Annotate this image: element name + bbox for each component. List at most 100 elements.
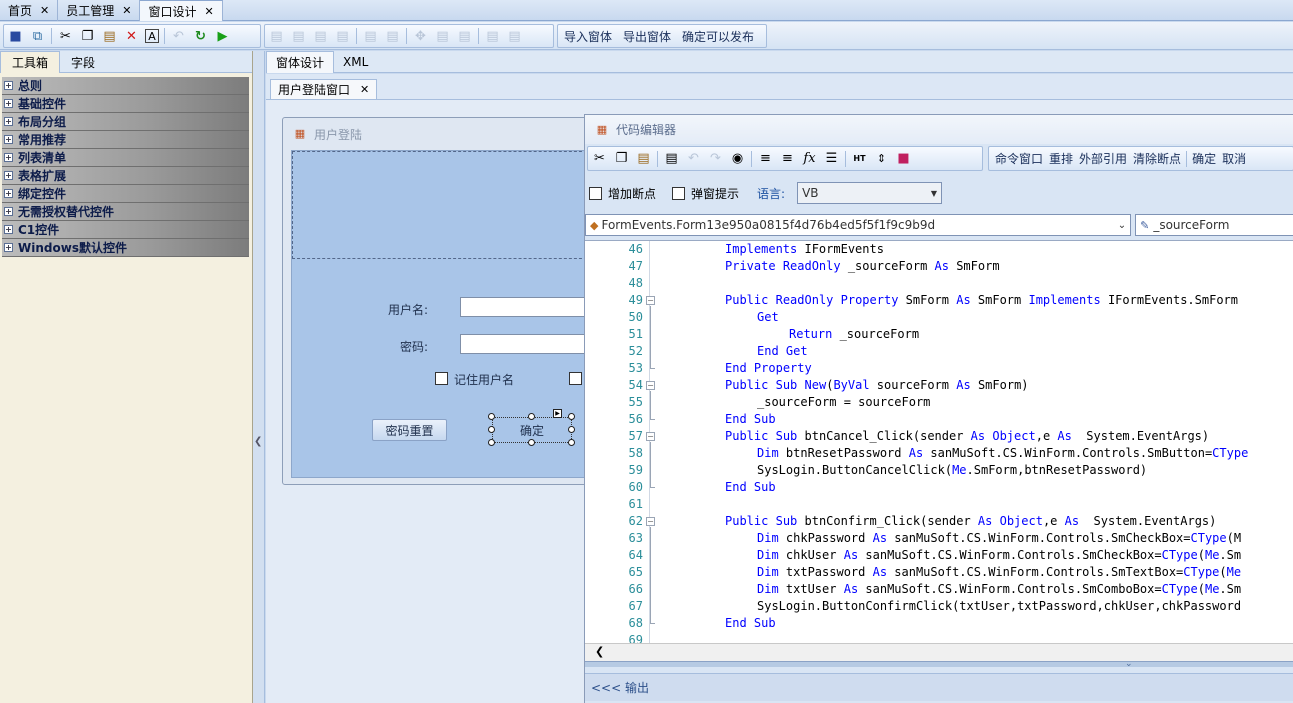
format-icon[interactable]: ⇕ <box>873 150 890 167</box>
popup-checkbox[interactable] <box>672 186 686 200</box>
toolbox-category[interactable]: + C1控件 <box>2 221 249 239</box>
document-tab[interactable]: 首页 ✕ <box>0 0 59 21</box>
export-form-button[interactable]: 导出窗体 <box>620 28 674 45</box>
toolbox-category[interactable]: + 布局分组 <box>2 113 249 131</box>
output-splitter[interactable]: ⌄ <box>585 659 1293 669</box>
function-icon[interactable]: fx <box>801 150 818 167</box>
fold-toggle-icon[interactable]: − <box>646 296 655 305</box>
code-line[interactable]: Public Sub New(ByVal sourceForm As SmFor… <box>725 377 1029 394</box>
html-icon[interactable]: HT <box>851 150 868 167</box>
resize-handle[interactable] <box>528 413 535 420</box>
code-line[interactable]: End Sub <box>725 615 776 632</box>
code-line[interactable]: Public ReadOnly Property SmForm As SmFor… <box>725 292 1238 309</box>
code-line[interactable]: Dim btnResetPassword As sanMuSoft.CS.Win… <box>757 445 1248 462</box>
code-line[interactable]: End Property <box>725 360 812 377</box>
output-panel-bar[interactable]: <<< 输出 <box>585 673 1293 701</box>
code-line[interactable]: Dim txtPassword As sanMuSoft.CS.WinForm.… <box>757 564 1241 581</box>
code-line[interactable]: SysLogin.ButtonCancelClick(Me.SmForm,btn… <box>757 462 1147 479</box>
editor-command-button[interactable]: 确定 <box>1189 150 1219 167</box>
align-top-icon[interactable]: ▤ <box>312 28 329 45</box>
expand-icon[interactable]: + <box>4 117 13 126</box>
code-line[interactable]: Dim chkUser As sanMuSoft.CS.WinForm.Cont… <box>757 547 1241 564</box>
same-height-icon[interactable]: ▤ <box>384 28 401 45</box>
resize-handle[interactable] <box>528 439 535 446</box>
tab-form-design[interactable]: 窗体设计 <box>266 51 335 73</box>
paste-icon[interactable]: ▤ <box>101 28 118 45</box>
code-line[interactable]: Public Sub btnCancel_Click(sender As Obj… <box>725 428 1209 445</box>
resize-handle[interactable] <box>488 439 495 446</box>
code-line[interactable]: End Get <box>757 343 808 360</box>
toolbox-category[interactable]: + 总则 <box>2 77 249 95</box>
expand-icon[interactable]: + <box>4 243 13 252</box>
reset-password-button[interactable]: 密码重置 <box>372 419 447 441</box>
text-icon[interactable]: A <box>145 29 159 43</box>
breakpoint-checkbox[interactable] <box>589 186 602 200</box>
code-line[interactable]: Dim txtUser As sanMuSoft.CS.WinForm.Cont… <box>757 581 1241 598</box>
resize-handle[interactable] <box>488 413 495 420</box>
expand-icon[interactable]: + <box>4 153 13 162</box>
find-icon[interactable]: ◉ <box>729 150 746 167</box>
resize-handle[interactable] <box>568 439 575 446</box>
toolbox-category[interactable]: + 表格扩展 <box>2 167 249 185</box>
undo-icon[interactable]: ↶ <box>685 150 702 167</box>
resize-handle[interactable] <box>488 426 495 433</box>
expand-icon[interactable]: + <box>4 225 13 234</box>
panel-collapse-bar[interactable]: ❮ <box>253 51 265 703</box>
tab-toolbox[interactable]: 工具箱 <box>0 51 61 73</box>
fold-toggle-icon[interactable]: − <box>646 432 655 441</box>
horizontal-scrollbar[interactable]: ❮ <box>585 643 1293 661</box>
center-horizontal-icon[interactable]: ✥ <box>412 28 429 45</box>
confirm-button[interactable]: 确定 <box>495 420 569 440</box>
delete-icon[interactable]: ✕ <box>123 28 140 45</box>
bring-front-icon[interactable]: ▤ <box>484 28 501 45</box>
document-tab[interactable]: 窗口设计 ✕ <box>140 0 223 21</box>
align-left-icon[interactable]: ▤ <box>268 28 285 45</box>
fold-toggle-icon[interactable]: − <box>646 381 655 390</box>
class-select[interactable]: ◆ FormEvents.Form13e950a0815f4d76b4ed5f5… <box>585 214 1132 236</box>
copy-icon[interactable]: ❐ <box>79 28 96 45</box>
indent-icon[interactable]: ≡ <box>757 150 774 167</box>
header-panel-placeholder[interactable] <box>292 151 592 259</box>
code-line[interactable]: Public Sub btnConfirm_Click(sender As Ob… <box>725 513 1216 530</box>
code-line[interactable]: _sourceForm = sourceForm <box>757 394 930 411</box>
resize-handle[interactable] <box>568 413 575 420</box>
close-icon[interactable]: ✕ <box>204 5 213 18</box>
close-icon[interactable]: ✕ <box>360 83 369 96</box>
toolbox-category[interactable]: + 无需授权替代控件 <box>2 203 249 221</box>
toolbox-category[interactable]: + 常用推荐 <box>2 131 249 149</box>
code-line[interactable]: Implements IFormEvents <box>725 241 884 258</box>
resize-handle[interactable] <box>568 426 575 433</box>
align-center-icon[interactable]: ▤ <box>290 28 307 45</box>
editor-command-button[interactable]: 外部引用 <box>1076 150 1130 167</box>
document-icon[interactable]: ▤ <box>663 150 680 167</box>
code-line[interactable]: End Sub <box>725 479 776 496</box>
form-tab[interactable]: 用户登陆窗口 ✕ <box>270 79 378 99</box>
fold-toggle-icon[interactable]: − <box>646 517 655 526</box>
list-icon[interactable]: ☰ <box>823 150 840 167</box>
toolbox-category[interactable]: + 基础控件 <box>2 95 249 113</box>
editor-command-button[interactable]: 取消 <box>1219 150 1249 167</box>
editor-command-button[interactable]: 命令窗口 <box>992 150 1046 167</box>
expand-icon[interactable]: + <box>4 135 13 144</box>
output-toggle[interactable]: <<< 输出 <box>591 679 649 696</box>
code-line[interactable]: Private ReadOnly _sourceForm As SmForm <box>725 258 1000 275</box>
chevron-down-icon[interactable]: ▼ <box>931 189 937 198</box>
designed-form[interactable]: ▦ 用户登陆 用户名: 密码: 记住用户名 密码重置 确定 ▶ <box>282 117 612 485</box>
expand-icon[interactable]: + <box>4 99 13 108</box>
chevron-down-icon[interactable]: ⌄ <box>1118 220 1126 231</box>
redo-icon[interactable]: ↻ <box>192 28 209 45</box>
remember-password-checkbox[interactable] <box>569 372 582 385</box>
expand-icon[interactable]: + <box>4 171 13 180</box>
expand-icon[interactable]: + <box>4 207 13 216</box>
undo-icon[interactable]: ↶ <box>170 28 187 45</box>
close-icon[interactable]: ✕ <box>40 4 49 17</box>
language-select[interactable]: VB ▼ <box>797 182 943 204</box>
toolbox-category[interactable]: + 列表清单 <box>2 149 249 167</box>
tab-fields[interactable]: 字段 <box>60 51 106 73</box>
import-form-button[interactable]: 导入窗体 <box>561 28 615 45</box>
spacing-icon[interactable]: ▤ <box>456 28 473 45</box>
toolbox-category[interactable]: + 绑定控件 <box>2 185 249 203</box>
code-line[interactable]: Return _sourceForm <box>789 326 919 343</box>
remember-username-checkbox[interactable] <box>435 372 448 385</box>
document-tab[interactable]: 员工管理 ✕ <box>58 0 141 21</box>
